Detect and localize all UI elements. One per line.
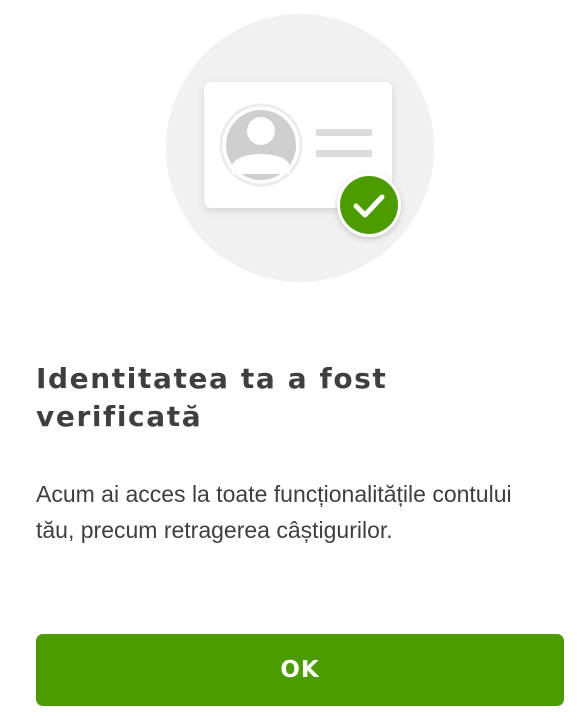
id-card-verified-icon xyxy=(166,14,434,282)
verification-success-dialog: Identitatea ta a fost verificată Acum ai… xyxy=(0,0,582,716)
ok-button[interactable]: OK xyxy=(36,634,564,706)
dialog-title: Identitatea ta a fost verificată xyxy=(36,362,388,433)
ok-button-label: OK xyxy=(280,657,320,683)
dialog-message: Acum ai acces la toate funcționalitățile… xyxy=(36,481,512,543)
